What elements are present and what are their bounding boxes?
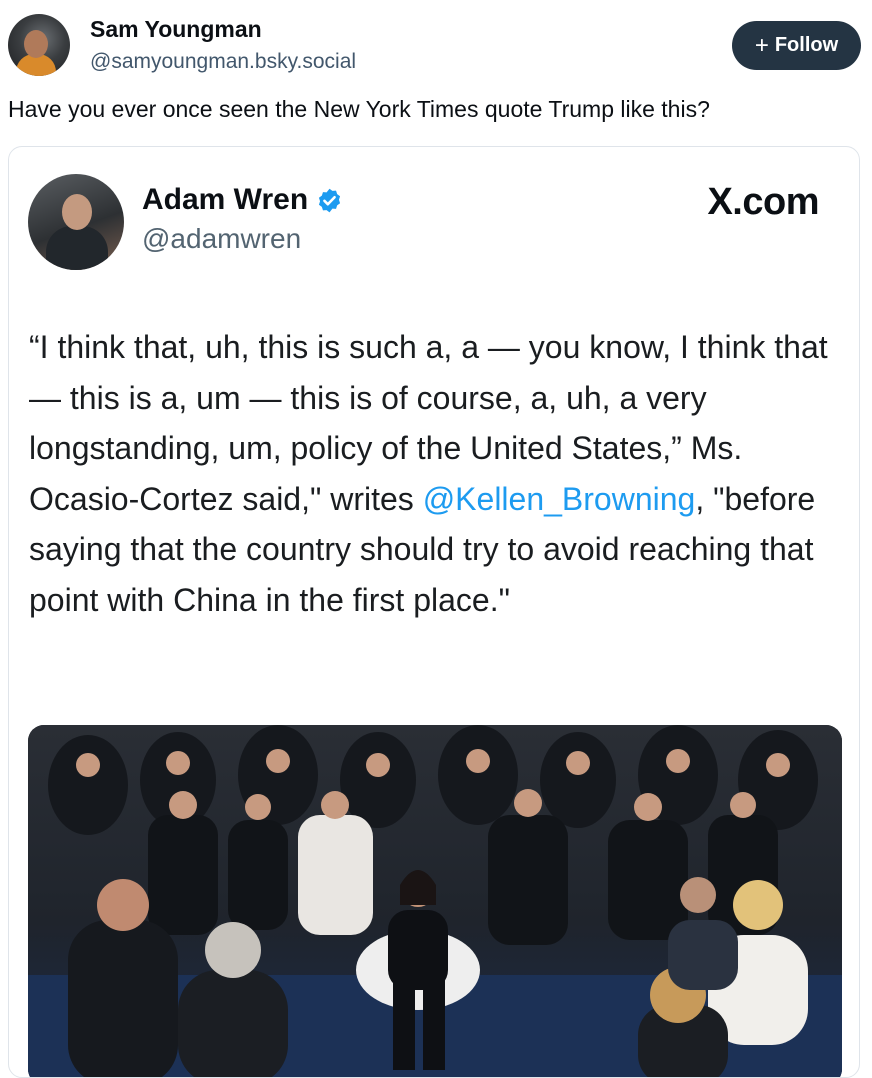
conference-photo-illustration bbox=[28, 725, 842, 1077]
x-logo: X.com bbox=[707, 181, 819, 223]
follow-button[interactable]: + Follow bbox=[732, 21, 861, 70]
avatar-face bbox=[24, 30, 48, 58]
quoted-author-avatar bbox=[28, 174, 124, 270]
verified-badge-icon bbox=[319, 188, 341, 212]
post-photo[interactable] bbox=[28, 725, 842, 1077]
quoted-post-text: “I think that, uh, this is such a, a — y… bbox=[29, 322, 839, 625]
plus-icon: + bbox=[754, 31, 769, 59]
author-avatar[interactable] bbox=[8, 14, 70, 76]
quoted-avatar-face bbox=[62, 194, 92, 230]
mention-link[interactable]: @Kellen_Browning bbox=[423, 481, 696, 517]
quoted-post-embed[interactable]: Adam Wren @adamwren X.com “I think that,… bbox=[8, 146, 860, 1078]
quoted-author-name-text: Adam Wren bbox=[142, 183, 309, 216]
post-text: Have you ever once seen the New York Tim… bbox=[8, 96, 710, 122]
author-name[interactable]: Sam Youngman bbox=[90, 16, 262, 43]
follow-label: Follow bbox=[774, 34, 839, 56]
quoted-author-handle: @adamwren bbox=[142, 223, 302, 254]
quoted-author-name: Adam Wren bbox=[142, 183, 343, 217]
quoted-avatar-figure bbox=[46, 226, 108, 270]
author-handle[interactable]: @samyoungman.bsky.social bbox=[90, 50, 356, 74]
